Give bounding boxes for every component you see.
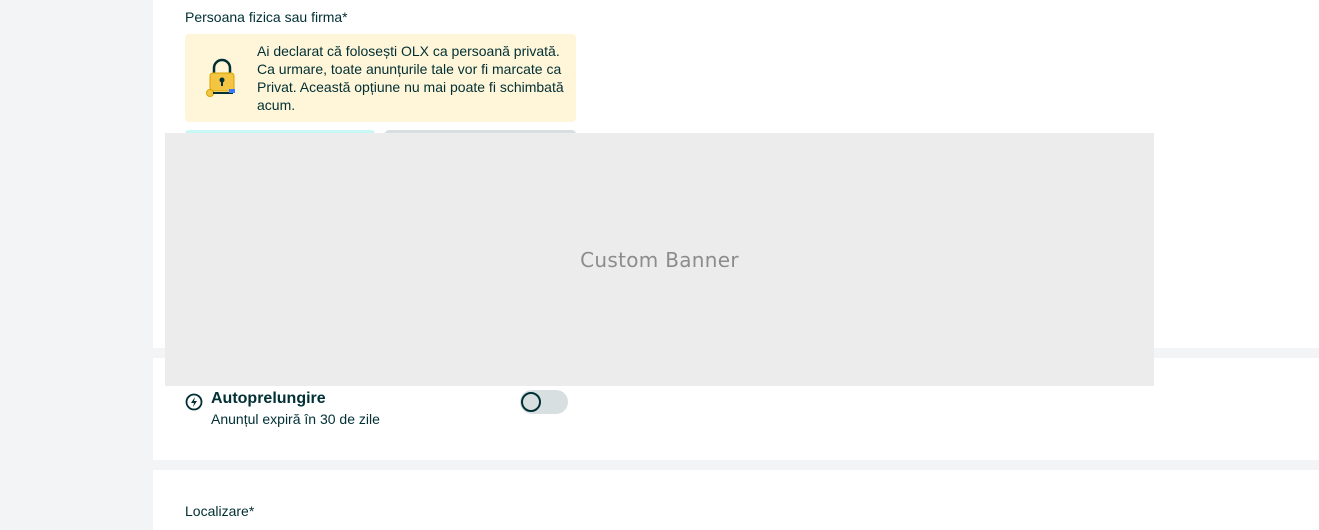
lock-icon — [206, 58, 235, 97]
auto-renew-title: Autoprelungire — [211, 390, 326, 407]
private-seller-notice: Ai declarat că folosești OLX ca persoană… — [185, 34, 576, 122]
location-card — [153, 470, 1319, 530]
banner-text: Custom Banner — [580, 247, 739, 272]
auto-renew-toggle[interactable] — [520, 390, 568, 414]
notice-text: Ai declarat că folosești OLX ca persoană… — [257, 43, 564, 113]
auto-renew-icon — [185, 393, 203, 411]
auto-renew-subtitle: Anunțul expiră în 30 de zile — [211, 411, 380, 427]
seller-type-label: Persoana fizica sau firma* — [185, 9, 348, 25]
toggle-knob — [521, 392, 541, 412]
custom-banner: Custom Banner — [165, 133, 1154, 386]
location-label: Localizare* — [185, 503, 255, 519]
